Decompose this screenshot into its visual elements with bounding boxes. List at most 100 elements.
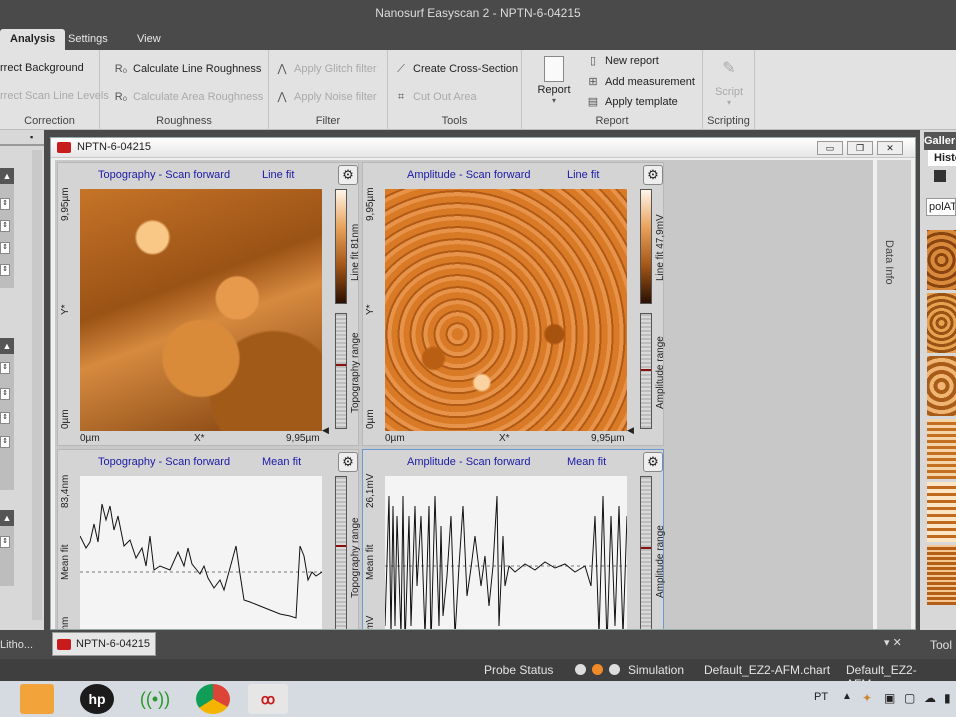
gallery-thumbnail[interactable]: [927, 482, 956, 542]
minimize-button[interactable]: ▭: [817, 141, 843, 155]
panel-title: Topography - Scan forward: [98, 169, 231, 181]
tray-network-icon[interactable]: ▮: [944, 691, 951, 705]
area-roughness-icon: R₀: [114, 91, 128, 103]
y-min-label: 56,9nm: [60, 617, 71, 629]
tray-cloud-icon[interactable]: ☁: [924, 691, 936, 705]
range-slider[interactable]: [640, 313, 652, 429]
pencil-icon: ✎: [722, 60, 736, 77]
tray-arrow-icon[interactable]: ▲: [842, 691, 852, 702]
group-label: Report: [595, 115, 629, 127]
report-button[interactable]: Report ▾: [536, 56, 572, 105]
y-axis-label: Mean fit: [365, 544, 376, 580]
panel-title: Topography - Scan forward: [98, 456, 231, 468]
color-scale-bar: [640, 189, 652, 304]
group-filter: ⋀ Apply Glitch filter ⋀ Apply Noise filter…: [269, 50, 388, 130]
range-slider[interactable]: [640, 476, 652, 629]
calculate-line-roughness-button[interactable]: R₀ Calculate Line Roughness: [114, 62, 262, 76]
tray-monitor-icon[interactable]: ▢: [904, 691, 915, 705]
spin-button[interactable]: ⇕: [0, 220, 10, 232]
collapse-icon[interactable]: ▲: [0, 168, 14, 184]
group-report: Report ▾ ▯ New report ⊞ Add measurement ▤ A…: [522, 50, 703, 130]
nanosurf-app-icon[interactable]: ꝏ: [248, 684, 288, 714]
amplitude-line-panel: Amplitude - Scan forward Mean fit ⚙ 26,1…: [362, 449, 666, 629]
line-roughness-icon: R₀: [114, 63, 128, 75]
correct-background-button[interactable]: rrect Background: [0, 62, 84, 74]
script-button[interactable]: ✎ Script ▾: [709, 58, 749, 107]
cut-out-area-button[interactable]: ⌗ Cut Out Area: [394, 90, 477, 104]
new-report-button[interactable]: ▯ New report: [586, 54, 659, 68]
correct-scan-line-levels-button[interactable]: rrect Scan Line Levels: [0, 90, 109, 102]
y-min-label: 0µm: [60, 409, 71, 429]
media-player-icon[interactable]: [20, 684, 54, 714]
tab-settings[interactable]: Settings: [58, 29, 118, 50]
gear-icon[interactable]: ⚙: [643, 165, 663, 185]
restore-button[interactable]: ❐: [847, 141, 873, 155]
apply-glitch-filter-button[interactable]: ⋀ Apply Glitch filter: [275, 62, 376, 76]
report-icon: [544, 56, 564, 82]
apply-noise-filter-button[interactable]: ⋀ Apply Noise filter: [275, 90, 376, 104]
gear-icon[interactable]: ⚙: [338, 165, 358, 185]
crop-icon: ⌗: [397, 91, 405, 103]
amplitude-line-plot[interactable]: [384, 476, 628, 629]
gallery-thumbnail[interactable]: [927, 419, 956, 479]
tab-histo[interactable]: Histo: [928, 150, 956, 166]
gear-icon[interactable]: ⚙: [338, 452, 358, 472]
line-plot-svg: [79, 503, 323, 619]
gallery-search-field[interactable]: polAT: [926, 198, 956, 216]
topography-line-plot[interactable]: [79, 476, 323, 629]
app-logo-icon: [57, 142, 71, 153]
topography-scan-image[interactable]: [80, 189, 322, 431]
window-title-bar: Nanosurf Easyscan 2 - NPTN-6-04215: [0, 0, 956, 26]
group-label: Filter: [315, 115, 341, 127]
spin-button[interactable]: ⇕: [0, 362, 10, 374]
left-scrollbar[interactable]: [32, 150, 42, 620]
gallery-thumbnail[interactable]: [927, 293, 956, 353]
ribbon: rrect Background rrect Scan Line Levels …: [0, 50, 956, 130]
tool-tab[interactable]: Tool: [920, 630, 956, 660]
gallery-thumbnail[interactable]: [927, 230, 956, 290]
litho-tab[interactable]: Litho...: [0, 634, 44, 656]
data-info-sidebar[interactable]: Data Info: [877, 160, 911, 629]
status-dot-icon: [592, 664, 603, 675]
pin-icon[interactable]: ▪: [30, 132, 33, 142]
range-label: Topography range: [350, 332, 361, 413]
spin-button[interactable]: ⇕: [0, 264, 10, 276]
gear-icon[interactable]: ⚙: [643, 452, 663, 472]
tab-analysis[interactable]: Analysis: [0, 29, 66, 50]
save-icon[interactable]: [934, 170, 946, 182]
create-cross-section-button[interactable]: ⟋ Create Cross-Section: [394, 62, 518, 76]
collapse-icon[interactable]: ▲: [0, 510, 14, 526]
language-indicator[interactable]: PT: [814, 691, 828, 703]
amplitude-scan-image[interactable]: [385, 189, 627, 431]
spin-button[interactable]: ⇕: [0, 198, 10, 210]
chrome-icon[interactable]: [196, 684, 230, 714]
close-button[interactable]: ✕: [877, 141, 903, 155]
add-measurement-button[interactable]: ⊞ Add measurement: [586, 75, 695, 89]
tab-controls[interactable]: ▾ ✕: [884, 636, 902, 649]
tray-tool-icon[interactable]: ✦: [862, 691, 872, 705]
spin-button[interactable]: ⇕: [0, 412, 10, 424]
document-title-bar: NPTN-6-04215 ▭ ❐ ✕: [51, 138, 915, 158]
document-tab[interactable]: NPTN-6-04215: [52, 632, 156, 656]
arrow-left-icon[interactable]: ◀: [322, 425, 329, 436]
status-dot-icon: [575, 664, 586, 675]
calculate-area-roughness-button[interactable]: R₀ Calculate Area Roughness: [114, 90, 264, 104]
range-slider[interactable]: [335, 313, 347, 429]
gallery-thumbnail[interactable]: [927, 356, 956, 416]
spin-button[interactable]: ⇕: [0, 388, 10, 400]
status-dot-icon: [609, 664, 620, 675]
spin-button[interactable]: ⇕: [0, 436, 10, 448]
apply-template-button[interactable]: ▤ Apply template: [586, 95, 678, 109]
hp-icon[interactable]: hp: [80, 684, 114, 714]
arrow-left-icon[interactable]: ◀: [627, 425, 634, 436]
spin-button[interactable]: ⇕: [0, 536, 10, 548]
tray-usb-icon[interactable]: ▣: [884, 691, 895, 705]
gallery-thumbnail[interactable]: [927, 545, 956, 605]
range-slider[interactable]: [335, 476, 347, 629]
wireless-icon[interactable]: ((•)): [138, 684, 172, 714]
y-min-label: 21,8mV: [365, 616, 376, 629]
spin-button[interactable]: ⇕: [0, 242, 10, 254]
noise-filter-icon: ⋀: [277, 91, 287, 103]
tab-view[interactable]: View: [127, 29, 171, 50]
collapse-icon[interactable]: ▲: [0, 338, 14, 354]
